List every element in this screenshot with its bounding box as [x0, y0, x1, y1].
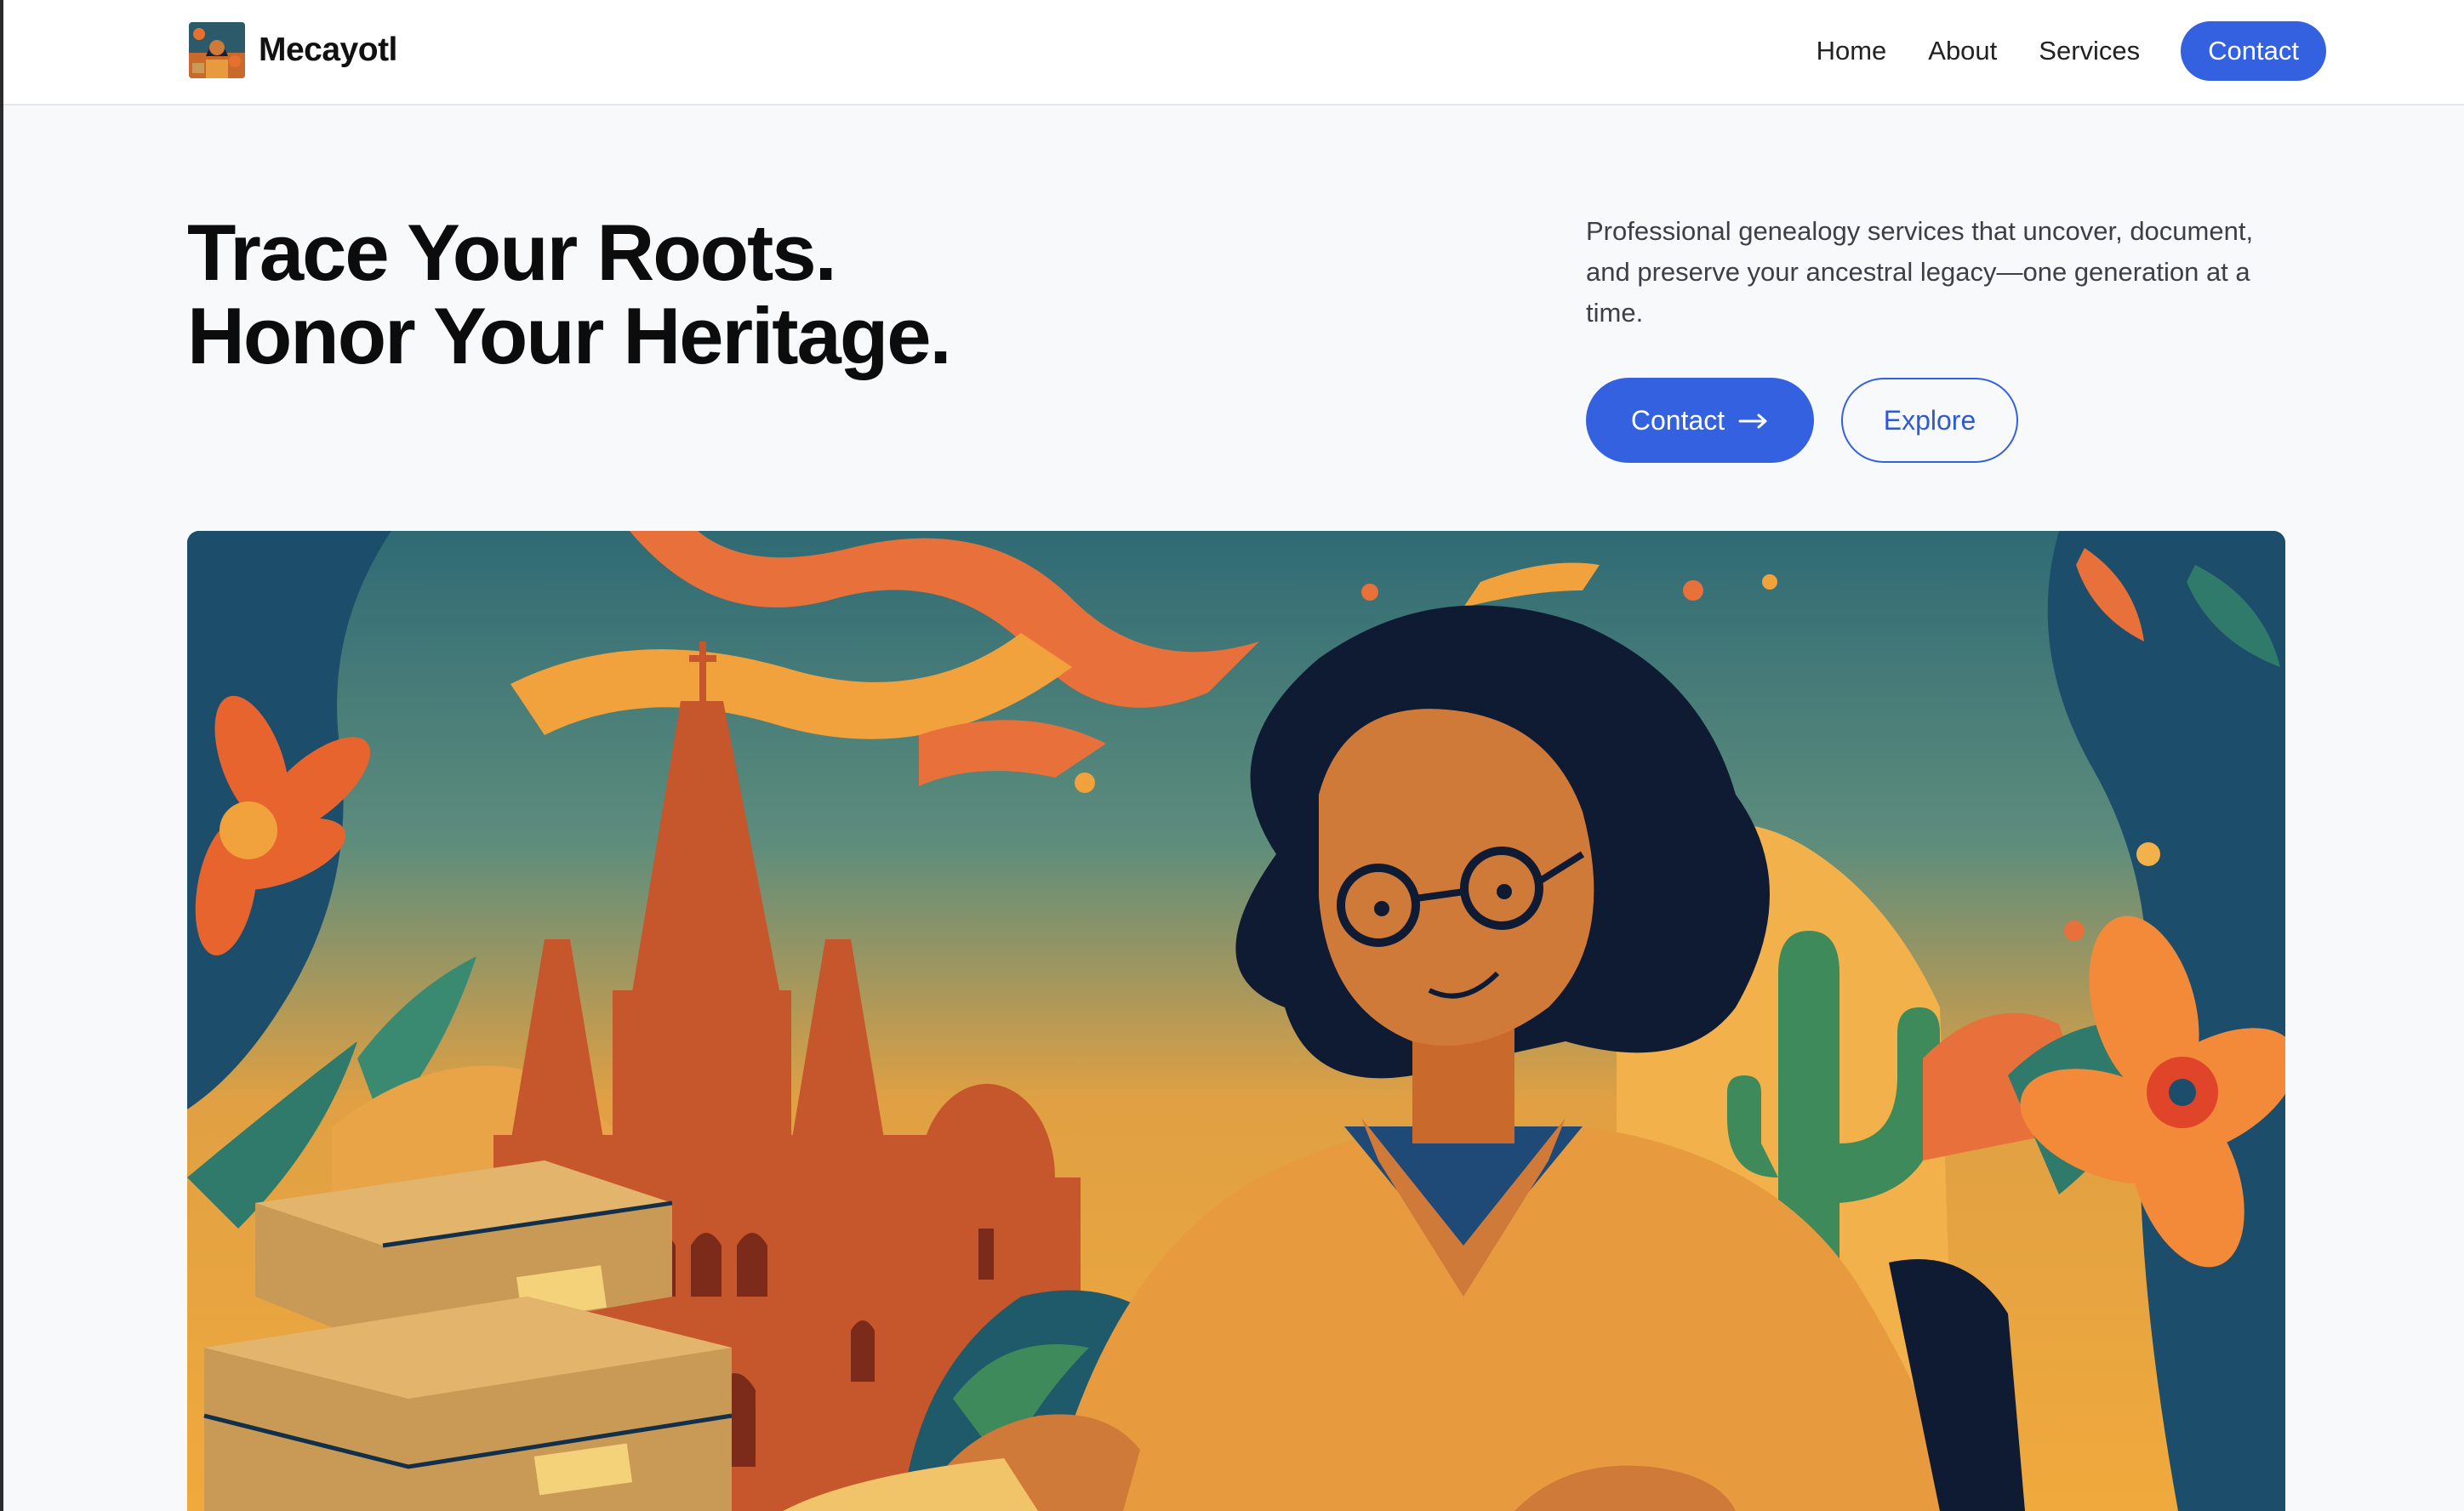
nav-link-home[interactable]: Home — [1817, 36, 1887, 66]
hero-title-line-2: Honor Your Heritage. — [187, 291, 952, 380]
nav-link-about[interactable]: About — [1928, 36, 1997, 66]
hero-description: Professional genealogy services that unc… — [1586, 216, 2254, 328]
brand[interactable]: Mecayotl — [189, 22, 397, 78]
nav-link-services[interactable]: Services — [2039, 36, 2140, 66]
hero-actions: Contact Explore — [1586, 378, 2018, 463]
arrow-right-icon — [1738, 405, 1769, 436]
main-nav: Home About Services Contact — [1817, 20, 2326, 82]
hero-title: Trace Your Roots. Honor Your Heritage. — [187, 208, 952, 380]
contact-button-label: Contact — [1630, 404, 1725, 436]
hero-title-line-1: Trace Your Roots. — [187, 208, 837, 297]
brand-name[interactable]: Mecayotl — [259, 31, 397, 69]
nav-contact-button[interactable]: Contact — [2181, 21, 2326, 81]
painting-thumbnail-icon[interactable] — [189, 22, 245, 78]
window-left-edge — [0, 0, 3, 1511]
hero-illustration — [187, 531, 2285, 1511]
contact-button[interactable]: Contact — [1586, 378, 1814, 463]
site-header: Mecayotl Home About Services Contact — [3, 0, 2464, 105]
explore-button[interactable]: Explore — [1841, 378, 2018, 463]
